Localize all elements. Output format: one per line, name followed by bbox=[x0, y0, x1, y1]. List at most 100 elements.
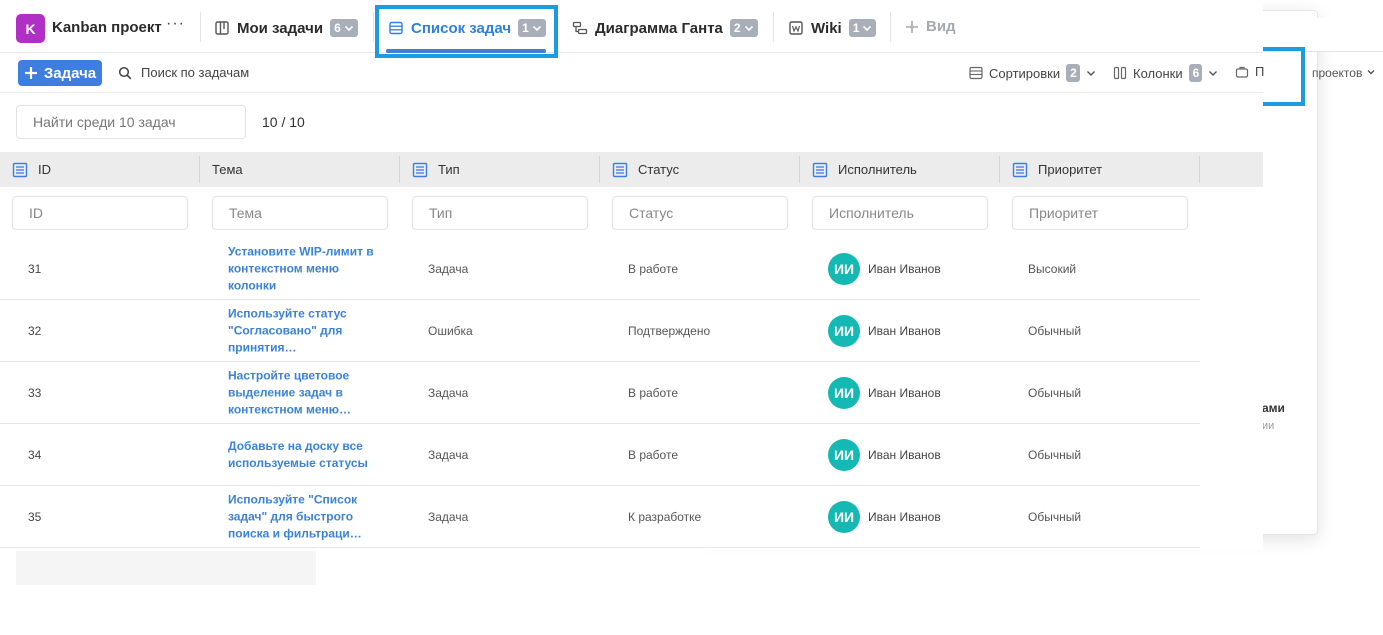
tab-wiki[interactable]: Wiki 1 bbox=[788, 17, 877, 39]
add-task-button[interactable]: Задача bbox=[18, 60, 102, 86]
background-text-fragment: ии bbox=[1262, 420, 1275, 432]
task-status: В работе bbox=[628, 385, 679, 400]
column-label: Статус bbox=[638, 162, 680, 177]
assignee-name: Иван Иванов bbox=[868, 261, 941, 276]
column-header-status[interactable]: Статус bbox=[612, 152, 679, 187]
task-subject-link[interactable]: Установите WIP-лимит в контекстном меню … bbox=[228, 243, 378, 294]
column-divider[interactable] bbox=[1199, 156, 1200, 183]
task-id: 33 bbox=[28, 385, 42, 400]
projects-dropdown[interactable]: проектов bbox=[1312, 66, 1376, 80]
project-avatar[interactable]: K bbox=[16, 14, 45, 43]
filter-priority-input[interactable]: Приоритет bbox=[1012, 196, 1188, 230]
avatar: ИИ bbox=[828, 252, 860, 285]
tab-count-badge[interactable]: 6 bbox=[330, 19, 358, 37]
project-name[interactable]: Kanban проект bbox=[52, 19, 162, 36]
column-divider[interactable] bbox=[199, 156, 200, 183]
table-row[interactable]: 34 Добавьте на доску все используемые ст… bbox=[0, 424, 1200, 486]
plus-icon bbox=[24, 67, 37, 79]
filter-type-input[interactable]: Тип bbox=[412, 196, 588, 230]
task-count: 10 / 10 bbox=[262, 114, 305, 130]
sorts-button[interactable]: Сортировки 2 bbox=[969, 64, 1096, 82]
sorts-count: 2 bbox=[1066, 64, 1080, 82]
tab-count: 2 bbox=[733, 21, 741, 35]
filter-id-input[interactable]: ID bbox=[12, 196, 188, 230]
columns-icon bbox=[1113, 66, 1127, 80]
columns-button[interactable]: Колонки 6 bbox=[1113, 64, 1218, 82]
divider bbox=[200, 12, 201, 42]
chevron-down-icon bbox=[863, 25, 872, 32]
tab-label: Мои задачи bbox=[237, 19, 324, 37]
task-filter-input[interactable]: Найти среди 10 задач bbox=[16, 105, 246, 139]
projects-label: П bbox=[1255, 64, 1265, 79]
chevron-down-icon bbox=[1209, 71, 1218, 76]
column-header-assignee[interactable]: Исполнитель bbox=[812, 152, 917, 187]
search-tasks-button[interactable]: Поиск по задачам bbox=[118, 65, 249, 80]
assignee-name: Иван Иванов bbox=[868, 447, 941, 462]
tab-count: 6 bbox=[334, 21, 341, 35]
column-label: Исполнитель bbox=[838, 162, 917, 177]
filter-placeholder: Тема bbox=[229, 205, 262, 221]
table-row[interactable]: 35 Используйте "Список задач" для быстро… bbox=[0, 486, 1200, 548]
task-priority: Высокий bbox=[1028, 261, 1077, 276]
projects-label: проектов bbox=[1312, 66, 1363, 80]
projects-button[interactable]: П bbox=[1235, 64, 1264, 79]
column-label: Тема bbox=[212, 162, 243, 177]
filter-assignee-input[interactable]: Исполнитель bbox=[812, 196, 988, 230]
column-header-id[interactable]: ID bbox=[12, 152, 51, 187]
task-type: Задача bbox=[428, 447, 469, 462]
more-icon[interactable]: ··· bbox=[166, 15, 185, 33]
assignee-name: Иван Иванов bbox=[868, 323, 941, 338]
column-divider[interactable] bbox=[799, 156, 800, 183]
avatar: ИИ bbox=[828, 376, 860, 409]
column-icon bbox=[812, 162, 828, 177]
task-assignee: ИИ Иван Иванов bbox=[828, 252, 941, 285]
task-subject-link[interactable]: Используйте статус "Согласовано" для при… bbox=[228, 305, 378, 356]
filter-status-input[interactable]: Статус bbox=[612, 196, 788, 230]
task-status: В работе bbox=[628, 447, 679, 462]
tab-label: Wiki bbox=[811, 19, 842, 37]
column-header-priority[interactable]: Приоритет bbox=[1012, 152, 1102, 187]
gantt-icon bbox=[572, 21, 588, 35]
tab-gantt[interactable]: Диаграмма Ганта 2 bbox=[572, 17, 758, 39]
column-icon bbox=[12, 162, 28, 177]
tab-my-tasks[interactable]: Мои задачи 6 bbox=[214, 17, 358, 39]
column-divider[interactable] bbox=[399, 156, 400, 183]
column-icon bbox=[612, 162, 628, 177]
tab-count-badge[interactable]: 2 bbox=[729, 19, 758, 37]
highlight-frame bbox=[1262, 47, 1305, 106]
task-subject-link[interactable]: Добавьте на доску все используемые стату… bbox=[228, 438, 378, 472]
table-row[interactable]: 33 Настройте цветовое выделение задач в … bbox=[0, 362, 1200, 424]
table-row[interactable]: 32 Используйте статус "Согласовано" для … bbox=[0, 300, 1200, 362]
tab-count-badge[interactable]: 1 bbox=[848, 19, 877, 37]
column-header-type[interactable]: Тип bbox=[412, 152, 460, 187]
add-view-button[interactable]: Вид bbox=[905, 18, 956, 35]
filter-placeholder: Статус bbox=[629, 205, 674, 221]
divider bbox=[373, 12, 374, 42]
column-divider[interactable] bbox=[999, 156, 1000, 183]
filter-subject-input[interactable]: Тема bbox=[212, 196, 388, 230]
loading-placeholder bbox=[16, 551, 316, 585]
task-filter-placeholder: Найти среди 10 задач bbox=[33, 114, 176, 130]
task-priority: Обычный bbox=[1028, 323, 1082, 338]
task-type: Задача bbox=[428, 385, 469, 400]
chevron-down-icon bbox=[1367, 70, 1375, 75]
column-divider[interactable] bbox=[599, 156, 600, 183]
chevron-down-icon bbox=[344, 25, 353, 32]
chevron-down-icon bbox=[1086, 71, 1095, 76]
table-header: ID Тема Тип Статус Исполнитель Приоритет bbox=[0, 152, 1263, 187]
assignee-name: Иван Иванов bbox=[868, 509, 941, 524]
task-subject-link[interactable]: Используйте "Список задач" для быстрого … bbox=[228, 491, 378, 542]
task-subject-link[interactable]: Настройте цветовое выделение задач в кон… bbox=[228, 367, 378, 418]
task-id: 32 bbox=[28, 323, 42, 338]
sorts-label: Сортировки bbox=[989, 65, 1061, 81]
task-priority: Обычный bbox=[1028, 447, 1082, 462]
column-header-subject[interactable]: Тема bbox=[212, 152, 243, 187]
column-label: Приоритет bbox=[1038, 162, 1103, 177]
highlight-frame bbox=[375, 5, 558, 58]
table-row[interactable]: 31 Установите WIP-лимит в контекстном ме… bbox=[0, 238, 1200, 300]
task-assignee: ИИ Иван Иванов bbox=[828, 500, 941, 533]
filter-placeholder: ID bbox=[29, 205, 43, 221]
task-type: Задача bbox=[428, 261, 469, 276]
columns-label: Колонки bbox=[1133, 65, 1183, 81]
column-icon bbox=[412, 162, 428, 177]
